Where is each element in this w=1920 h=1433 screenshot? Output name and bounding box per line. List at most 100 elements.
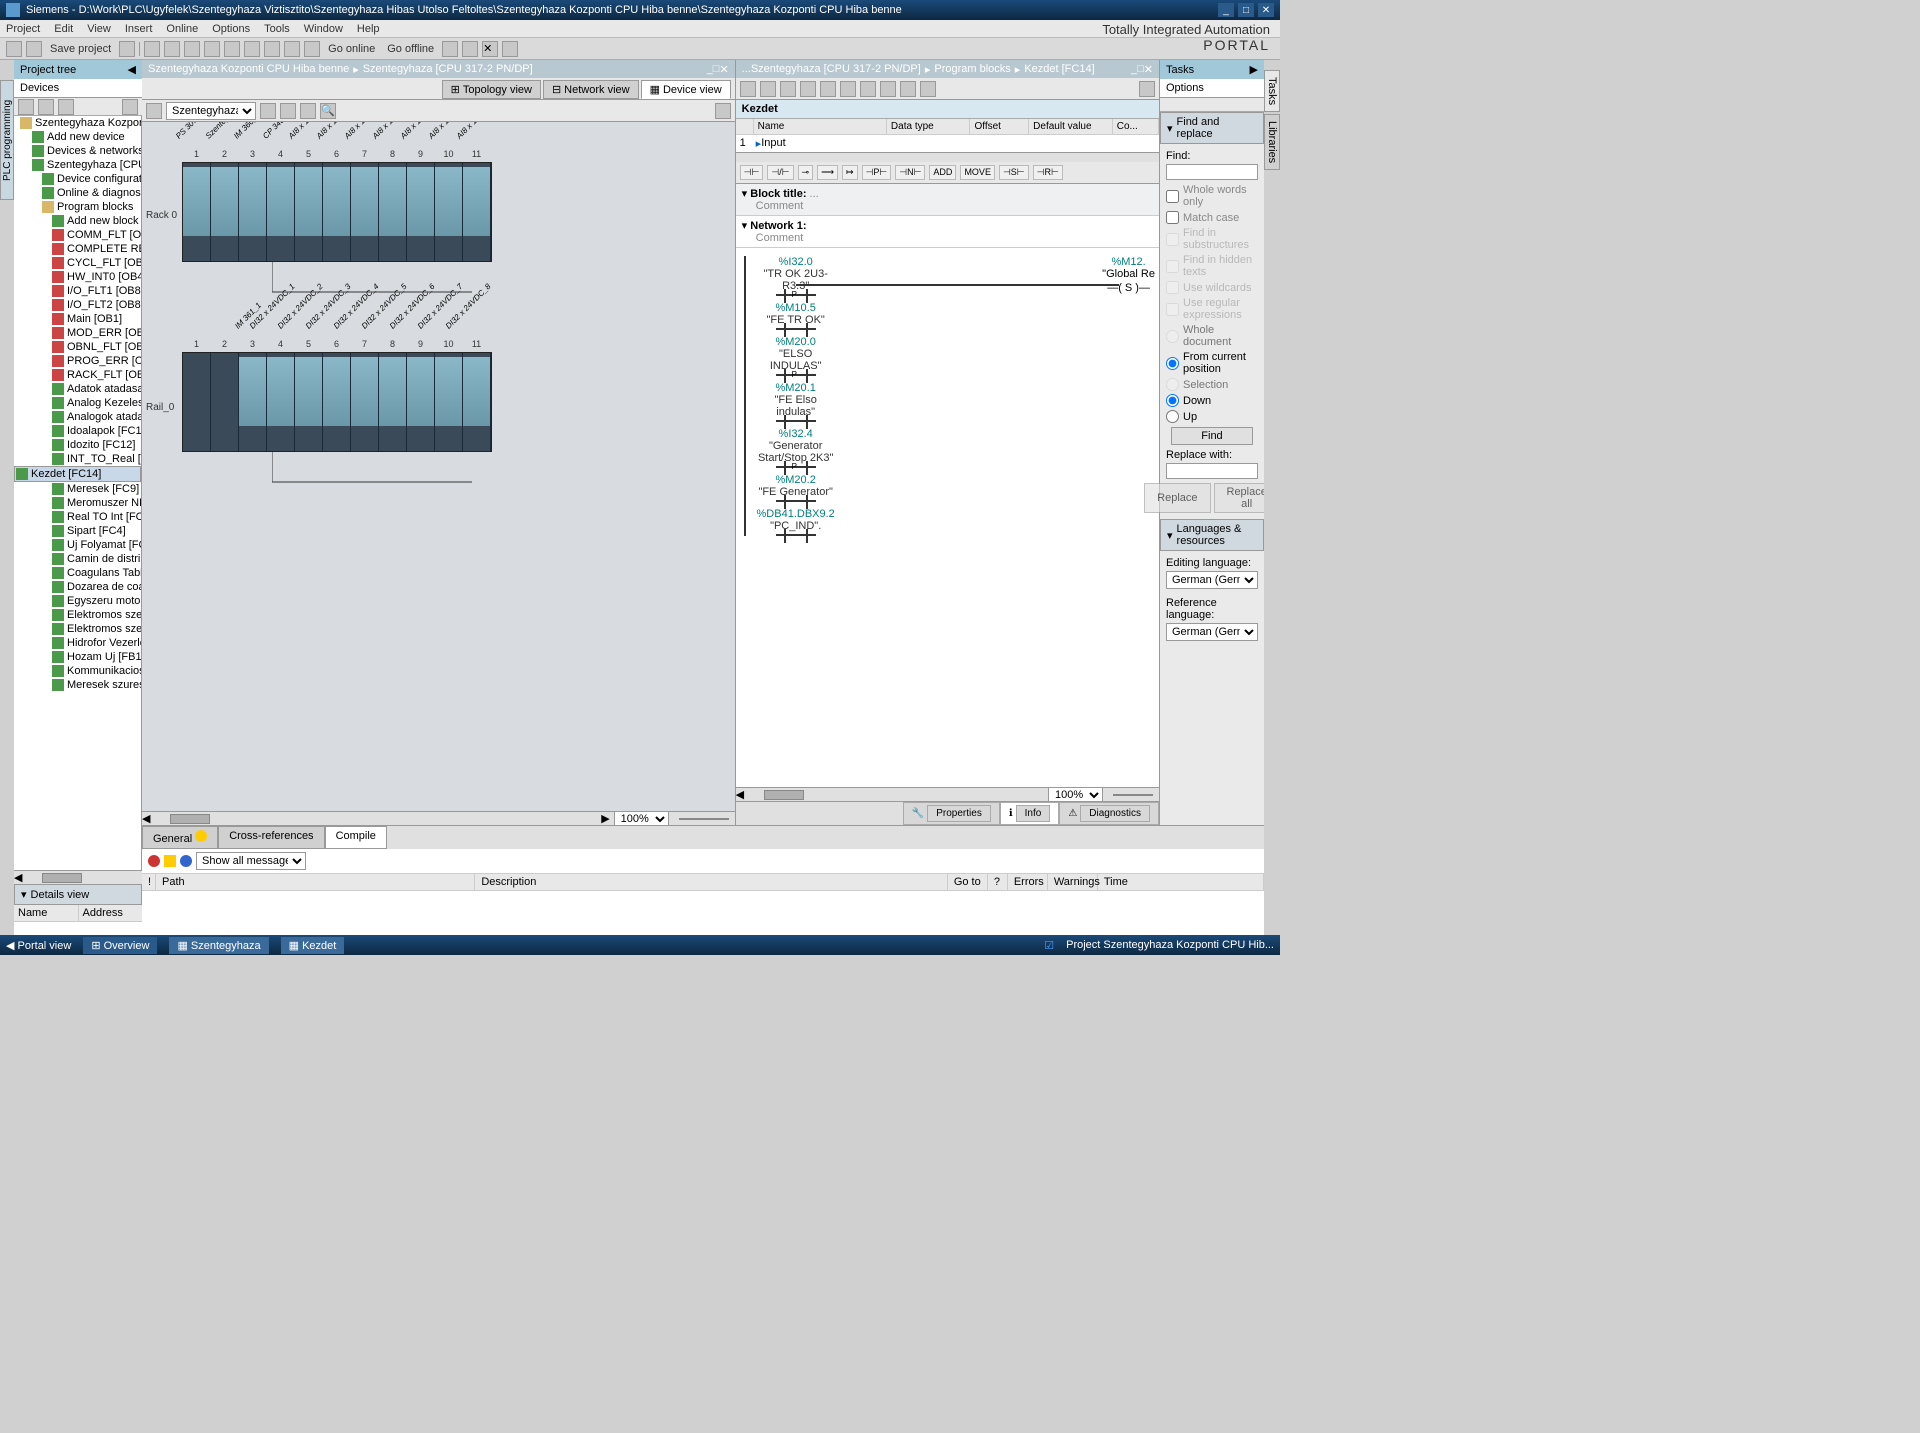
rack-slot[interactable]: 10AI8 x 13 ...	[435, 163, 463, 261]
save-project-button[interactable]: Save project	[46, 43, 115, 55]
ladder-contact[interactable]: %M20.0"ELSO INDULAS"P	[756, 336, 836, 376]
io-module[interactable]	[463, 167, 490, 236]
bc1-max-icon[interactable]: □	[713, 63, 720, 75]
col-datatype[interactable]: Data type	[887, 119, 971, 134]
tree-node[interactable]: I/O_FLT2 [OB83]	[14, 298, 141, 312]
tree-hscroll[interactable]: ◀	[14, 870, 142, 884]
compile-icon[interactable]	[304, 41, 320, 57]
portal-view-button[interactable]: ◀ Portal view	[6, 939, 71, 952]
rack-slot[interactable]: 7DI32 x 24VDC_4	[351, 353, 379, 451]
tree-node[interactable]: Devices & networks	[14, 144, 141, 158]
new-project-icon[interactable]	[6, 41, 22, 57]
upload-icon[interactable]	[284, 41, 300, 57]
xref-tab[interactable]: Cross-references	[218, 826, 324, 849]
find-button[interactable]: Find	[1171, 427, 1254, 445]
rack-0[interactable]: 1PS 307 5...2Szenteg...3IM 360_...4CP 34…	[182, 162, 492, 262]
io-module[interactable]	[435, 167, 462, 236]
ct8[interactable]	[880, 81, 896, 97]
ladder-tool[interactable]: ⊸	[798, 165, 814, 180]
tree-icon1[interactable]	[18, 99, 34, 115]
ladder-contact[interactable]: %DB41.DBX9.2"PC_IND".	[756, 508, 836, 536]
rack-slot[interactable]: 3IM 361_1	[239, 353, 267, 451]
zoom-in-icon[interactable]: 🔍	[320, 103, 336, 119]
hardware-canvas[interactable]: Rack 0 1PS 307 5...2Szenteg...3IM 360_..…	[142, 122, 735, 811]
tasks-collapse-icon[interactable]: ▶	[1250, 63, 1258, 76]
col-q[interactable]: ?	[988, 874, 1008, 890]
rack-slot[interactable]: 5DI32 x 24VDC_2	[295, 353, 323, 451]
tree-node[interactable]: Program blocks	[14, 200, 141, 214]
tree-node[interactable]: Add new block	[14, 214, 141, 228]
szentegyhaza-tab[interactable]: ▦ Szentegyhaza	[169, 937, 268, 954]
io-module[interactable]	[211, 167, 238, 236]
rack-slot[interactable]: 2Szenteg...	[211, 163, 239, 261]
rack-slot[interactable]: 11AI8 x 13 ...	[463, 163, 491, 261]
tree-node[interactable]: Analogok atadasa a PC ...	[14, 410, 141, 424]
tree-node[interactable]: INT_TO_Real [FC1]	[14, 452, 141, 466]
io-module[interactable]	[267, 167, 294, 236]
tree-node[interactable]: Device configuration	[14, 172, 141, 186]
ladder-tool[interactable]: ↦	[842, 165, 858, 180]
stop-icon[interactable]	[442, 41, 458, 57]
ct2[interactable]	[760, 81, 776, 97]
dev-tool3[interactable]	[280, 103, 296, 119]
properties-tab[interactable]: 🔧Properties	[903, 802, 1000, 825]
kezdet-tab[interactable]: ▦ Kezdet	[281, 937, 345, 954]
tree-node[interactable]: Coagulans Tablazat [FB...	[14, 566, 141, 580]
zoom-slider[interactable]	[679, 818, 729, 820]
tree-node[interactable]: Analog Kezeles [FC8]	[14, 396, 141, 410]
col-goto[interactable]: Go to	[948, 874, 988, 890]
tree-node[interactable]: Egyszeru motor Vezerlo...	[14, 594, 141, 608]
io-module[interactable]	[239, 357, 266, 426]
cut-icon[interactable]	[144, 41, 160, 57]
rack-slot[interactable]: 9AI8 x 13 ...	[407, 163, 435, 261]
ct3[interactable]	[780, 81, 796, 97]
col-warnings[interactable]: Warnings	[1048, 874, 1098, 890]
io-module[interactable]	[295, 167, 322, 236]
down-radio[interactable]	[1166, 394, 1179, 407]
tree-node[interactable]: Kommunikacios Teszt [...	[14, 664, 141, 678]
bc2-close-icon[interactable]: ✕	[1144, 63, 1153, 76]
io-module[interactable]	[379, 357, 406, 426]
io-module[interactable]	[435, 357, 462, 426]
rack-slot[interactable]: 7AI8 x 13 ...	[351, 163, 379, 261]
libraries-vtab[interactable]: Libraries	[1264, 114, 1280, 170]
rack-slot[interactable]: 2	[211, 353, 239, 451]
ladder-tool[interactable]: ⊣R⊢	[1033, 165, 1063, 180]
rack-slot[interactable]: 4CP 343-1	[267, 163, 295, 261]
minimize-button[interactable]: _	[1218, 3, 1234, 17]
ct10[interactable]	[920, 81, 936, 97]
io-module[interactable]	[295, 357, 322, 426]
overview-tab[interactable]: ⊞ Overview	[83, 937, 157, 954]
rack-slot[interactable]: 5AI8 x 13 ...	[295, 163, 323, 261]
ct1[interactable]	[740, 81, 756, 97]
tree-node[interactable]: OBNL_FLT [OB85]	[14, 340, 141, 354]
dev-tool1[interactable]	[146, 103, 162, 119]
open-project-icon[interactable]	[26, 41, 42, 57]
details-view-header[interactable]: ▾Details view	[14, 884, 142, 905]
general-tab[interactable]: General	[142, 826, 218, 849]
ladder-tool[interactable]: ⊣/⊢	[767, 165, 793, 180]
paste-icon[interactable]	[184, 41, 200, 57]
replace-input[interactable]	[1166, 463, 1258, 479]
tree-node[interactable]: I/O_FLT1 [OB82]	[14, 284, 141, 298]
go-online-button[interactable]: Go online	[324, 43, 379, 55]
ladder-tool[interactable]: ⊣⊢	[740, 165, 764, 180]
device-tab[interactable]: ▦Device view	[641, 80, 731, 99]
tree-node[interactable]: Idozito [FC12]	[14, 438, 141, 452]
find-replace-header[interactable]: ▾ Find and replace	[1160, 112, 1264, 144]
redo-icon[interactable]	[244, 41, 260, 57]
tree-node[interactable]: Kezdet [FC14]	[14, 466, 141, 482]
message-filter-select[interactable]: Show all messages	[196, 852, 306, 870]
io-module[interactable]	[183, 167, 210, 236]
tree-node[interactable]: Idoalapok [FC11]	[14, 424, 141, 438]
io-module[interactable]	[323, 357, 350, 426]
tree-view-icon[interactable]	[122, 99, 138, 115]
ladder-network[interactable]: %I32.0"TR OK 2U3-R3.3"P%M10.5"FE TR OK"%…	[736, 248, 1159, 787]
match-case-check[interactable]	[1166, 211, 1179, 224]
col-comment[interactable]: Co...	[1113, 119, 1159, 134]
cur-pos-radio[interactable]	[1166, 357, 1179, 370]
ladder-coil[interactable]: %M12."Global Re—( S )—	[1102, 256, 1155, 294]
bc2-2[interactable]: Kezdet [FC14]	[1024, 63, 1094, 75]
menu-insert[interactable]: Insert	[125, 23, 153, 35]
ct9[interactable]	[900, 81, 916, 97]
